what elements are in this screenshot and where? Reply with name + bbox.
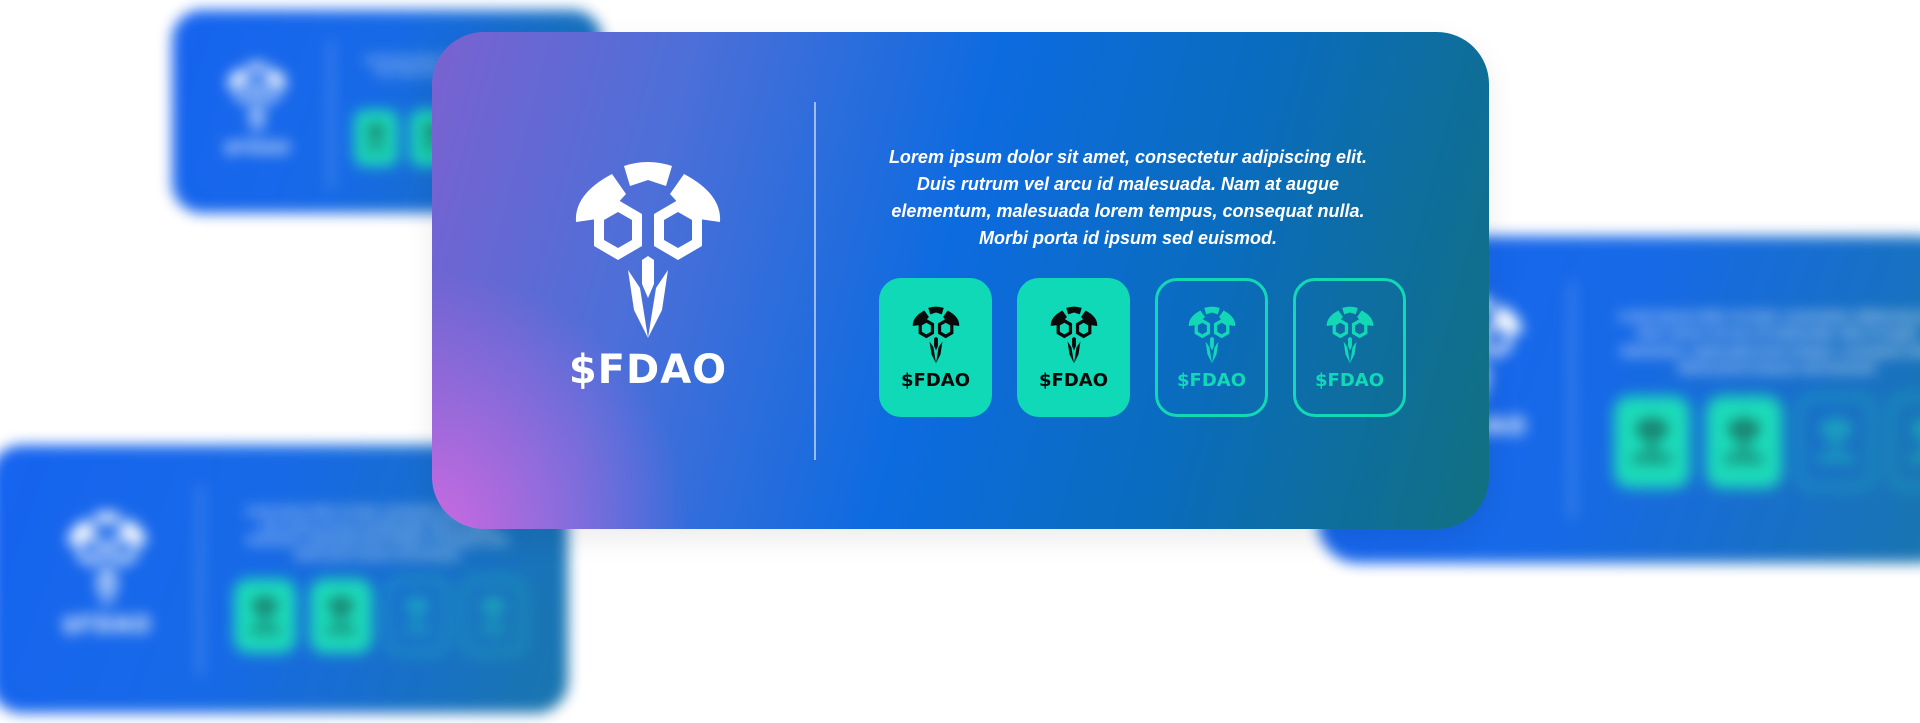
tile-brand-name: $FDAO [1315,369,1384,391]
description: Lorem ipsum dolor sit amet, consectetur … [1618,309,1920,376]
owl-mask-logo-icon [328,597,354,627]
tile-brand-name: $FDAO [901,369,970,391]
owl-mask-logo-icon [1186,306,1238,364]
logo-tile-outline: $FDAO [1293,278,1406,417]
owl-mask-logo-icon [910,306,962,364]
owl-mask-logo-icon [1728,419,1760,455]
owl-mask-logo-icon [568,160,728,340]
description-line: Duis rutrum vel arcu id malesuada. Nam a… [916,174,1340,194]
logo-lockup: $FDAO [568,160,728,390]
owl-mask-logo-icon [1048,306,1100,364]
divider [1571,282,1573,518]
owl-mask-logo-icon [1324,306,1376,364]
tile-row: $FDAO $FDAO $FDAO $FDAO [1614,396,1920,488]
tile-row: $FDAO $FDAO $FDAO $FDAO [234,579,524,653]
owl-mask-logo-icon [1912,419,1920,455]
brand-name: $FDAO [224,138,291,157]
brand-name: $FDAO [62,613,152,638]
logo-tile-filled: $FDAO [879,278,992,417]
tile-brand-name: $FDAO [1039,369,1108,391]
owl-mask-logo-icon [63,511,151,609]
logo-tile: $FDAO [462,579,524,653]
logo-tile: $FDAO [1614,396,1690,488]
vertical-divider [814,102,816,460]
logo-tile-row: $FDAO $FDAO $FDAO $FDAO [879,278,1406,417]
brand-name: $FDAO [568,347,728,393]
owl-mask-logo-icon [1820,419,1852,455]
logo-tile-filled: $FDAO [1017,278,1130,417]
logo-tile: $FDAO [234,579,296,653]
logo-tile: $FDAO [310,579,372,653]
divider [330,40,332,190]
description-line: Lorem ipsum dolor sit amet, consectetur … [888,147,1368,167]
owl-mask-logo-icon [1636,419,1668,455]
owl-mask-logo-icon [252,597,278,627]
logo-tile: $FDAO [1706,396,1782,488]
description-line: Morbi porta id ipsum sed euismod. [978,228,1278,248]
brand-card-main: $FDAO Lorem ipsum dolor sit amet, consec… [432,32,1489,529]
owl-mask-logo-icon [480,597,506,627]
owl-mask-logo-icon [224,62,290,136]
logo-tile: $FDAO [386,579,448,653]
tile-brand-name: $FDAO [1177,369,1246,391]
divider [199,485,201,675]
logo-tile: $FDAO [1890,396,1920,488]
owl-mask-logo-icon [404,597,430,627]
logo-tile: $FDAO [1798,396,1874,488]
logo-tile-outline: $FDAO [1155,278,1268,417]
owl-mask-logo-icon [366,124,386,146]
logo-tile: $FDAO [354,110,398,166]
description-line: elementum, malesuada lorem tempus, conse… [891,201,1365,221]
description-text: Lorem ipsum dolor sit amet, consectetur … [868,144,1388,252]
